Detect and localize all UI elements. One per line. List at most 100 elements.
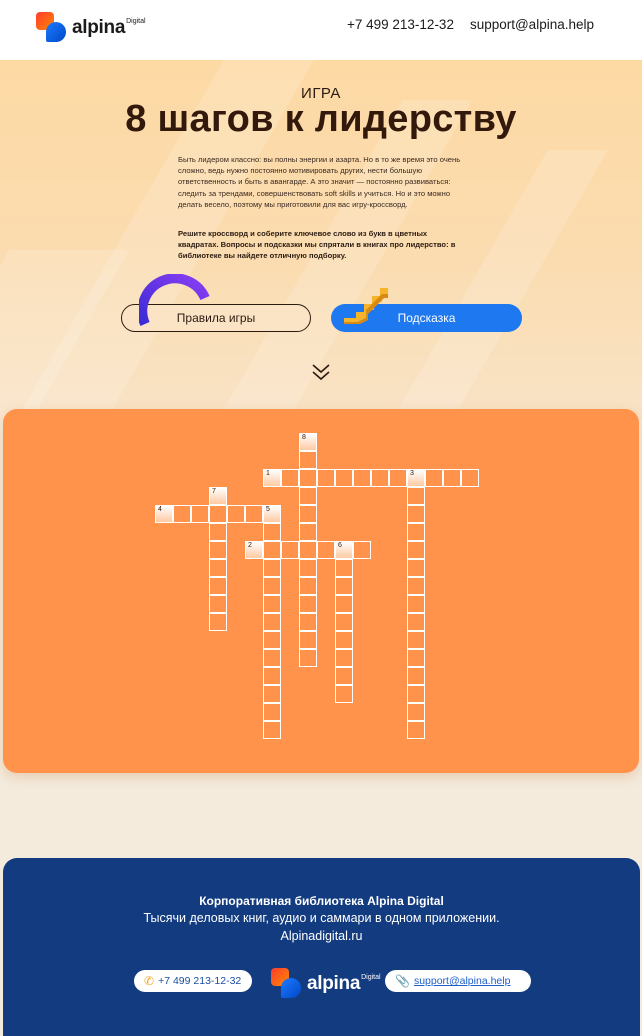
crossword-cell[interactable] (209, 613, 227, 631)
crossword-cell[interactable] (317, 541, 335, 559)
crossword-cell[interactable] (263, 541, 281, 559)
header-email-link[interactable]: support@alpina.help (470, 17, 594, 32)
crossword-cell[interactable] (209, 595, 227, 613)
crossword-cell-highlighted[interactable]: 7 (209, 487, 227, 505)
crossword-cell[interactable] (335, 685, 353, 703)
crossword-cell[interactable] (335, 613, 353, 631)
crossword-cell[interactable] (407, 631, 425, 649)
crossword-cell[interactable] (227, 505, 245, 523)
crossword-cell[interactable] (263, 667, 281, 685)
crossword-cell[interactable] (407, 505, 425, 523)
crossword-cell[interactable] (263, 595, 281, 613)
crossword-cell[interactable] (299, 469, 317, 487)
crossword-cell[interactable] (299, 505, 317, 523)
crossword-cell[interactable] (263, 721, 281, 739)
crossword-panel: 1 3 2 6 4 5 7 8 (3, 409, 639, 773)
crossword-cell-number: 3 (410, 470, 414, 477)
crossword-cell[interactable] (407, 667, 425, 685)
crossword-cell[interactable] (335, 667, 353, 685)
crossword-cell[interactable] (209, 523, 227, 541)
crossword-cell[interactable] (407, 523, 425, 541)
crossword-cell[interactable] (335, 649, 353, 667)
crossword-cell[interactable] (209, 577, 227, 595)
crossword-cell-highlighted[interactable]: 1 (263, 469, 281, 487)
crossword-cell-number: 8 (302, 434, 306, 441)
footer-phone-label: +7 499 213-12-32 (158, 975, 242, 987)
crossword-cell-number: 5 (266, 506, 270, 513)
crossword-cell[interactable] (335, 469, 353, 487)
crossword-cell[interactable] (299, 631, 317, 649)
crossword-cell[interactable] (209, 559, 227, 577)
crossword-cell-highlighted[interactable]: 6 (335, 541, 353, 559)
brand-logo[interactable]: alpina Digital (36, 12, 146, 44)
crossword-cell-highlighted[interactable]: 8 (299, 433, 317, 451)
crossword-cell[interactable] (407, 649, 425, 667)
footer-site-link[interactable]: Alpinadigital.ru (3, 929, 640, 943)
crossword-cell[interactable] (299, 487, 317, 505)
crossword-cell[interactable] (335, 559, 353, 577)
crossword-cell-highlighted[interactable]: 5 (263, 505, 281, 523)
crossword-cell[interactable] (299, 649, 317, 667)
crossword-cell[interactable] (407, 685, 425, 703)
footer-phone-button[interactable]: ✆ +7 499 213-12-32 (134, 970, 252, 992)
crossword-cell[interactable] (245, 505, 263, 523)
crossword-cell[interactable] (209, 541, 227, 559)
crossword-cell[interactable] (299, 523, 317, 541)
crossword-cell[interactable] (407, 613, 425, 631)
crossword-cell[interactable] (353, 541, 371, 559)
footer-title: Корпоративная библиотека Alpina Digital (199, 894, 444, 908)
crossword-cell[interactable] (389, 469, 407, 487)
footer-email-label: support@alpina.help (413, 975, 511, 987)
crossword-cell[interactable] (299, 577, 317, 595)
header-phone-link[interactable]: +7 499 213-12-32 (347, 17, 454, 32)
phone-icon: ✆ (144, 974, 155, 988)
crossword-cell[interactable] (263, 631, 281, 649)
crossword-cell[interactable] (461, 469, 479, 487)
crossword-cell[interactable] (407, 541, 425, 559)
crossword-cell[interactable] (443, 469, 461, 487)
crossword-cell[interactable] (281, 541, 299, 559)
crossword-cell[interactable] (263, 577, 281, 595)
footer-email-button[interactable]: 📎 support@alpina.help (385, 970, 531, 992)
crossword-cell[interactable] (263, 703, 281, 721)
brand-name: alpina (307, 973, 361, 994)
crossword-cell-number: 1 (266, 470, 270, 477)
crossword-cell[interactable] (299, 451, 317, 469)
crossword-cell[interactable] (407, 703, 425, 721)
crossword-cell[interactable] (407, 559, 425, 577)
crossword-cell[interactable] (299, 613, 317, 631)
brand-suffix: Digital (361, 974, 381, 981)
crossword-cell-number: 2 (248, 542, 252, 549)
footer-brand-logo[interactable]: alpina Digital (271, 968, 381, 1000)
crossword-cell[interactable] (209, 505, 227, 523)
crossword-cell[interactable] (173, 505, 191, 523)
crossword-cell[interactable] (335, 577, 353, 595)
crossword-cell[interactable] (299, 541, 317, 559)
crossword-cell[interactable] (425, 469, 443, 487)
crossword-cell[interactable] (263, 685, 281, 703)
crossword-cell-highlighted[interactable]: 2 (245, 541, 263, 559)
crossword-cell[interactable] (407, 595, 425, 613)
hero-instructions: Решите кроссворд и соберите ключевое сло… (178, 229, 456, 261)
site-header: alpina Digital +7 499 213-12-32 support@… (0, 0, 642, 60)
crossword-cell-number: 6 (338, 542, 342, 549)
crossword-cell[interactable] (335, 631, 353, 649)
crossword-cell[interactable] (263, 613, 281, 631)
double-chevron-down-icon[interactable] (310, 361, 332, 383)
crossword-cell[interactable] (191, 505, 209, 523)
crossword-cell-highlighted[interactable]: 3 (407, 469, 425, 487)
crossword-cell[interactable] (371, 469, 389, 487)
crossword-cell[interactable] (407, 487, 425, 505)
crossword-cell[interactable] (317, 469, 335, 487)
crossword-cell[interactable] (407, 721, 425, 739)
crossword-cell[interactable] (407, 577, 425, 595)
crossword-cell[interactable] (263, 523, 281, 541)
crossword-cell[interactable] (353, 469, 371, 487)
crossword-cell[interactable] (281, 469, 299, 487)
crossword-cell-highlighted[interactable]: 4 (155, 505, 173, 523)
crossword-cell[interactable] (299, 595, 317, 613)
crossword-cell[interactable] (335, 595, 353, 613)
crossword-cell[interactable] (299, 559, 317, 577)
crossword-cell[interactable] (263, 649, 281, 667)
crossword-cell[interactable] (263, 559, 281, 577)
